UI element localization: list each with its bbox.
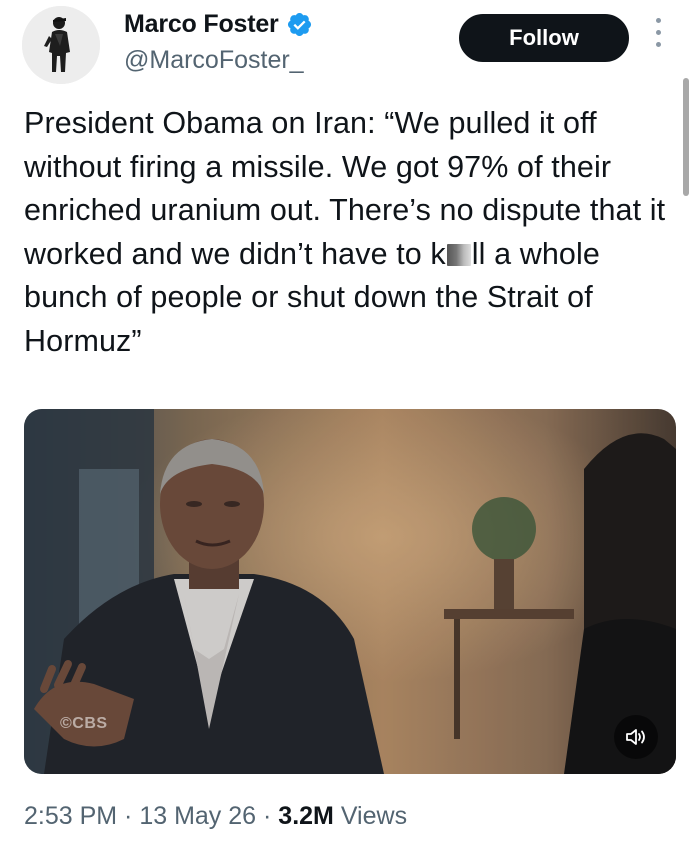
tweet-date[interactable]: 13 May 26 — [139, 802, 256, 830]
avatar-image — [22, 6, 100, 84]
cbs-watermark: ©CBS — [60, 715, 108, 732]
verified-badge-icon — [286, 11, 313, 38]
views-label: Views — [333, 802, 408, 830]
separator: · — [117, 802, 140, 830]
video-player[interactable]: ©CBS — [24, 409, 676, 774]
follow-button[interactable]: Follow — [459, 14, 629, 62]
name-row: Marco Foster — [124, 10, 313, 39]
display-name[interactable]: Marco Foster — [124, 10, 279, 39]
censor-blur — [446, 243, 471, 266]
dot — [655, 42, 661, 47]
views-count[interactable]: 3.2M — [278, 802, 334, 830]
video-frame — [24, 409, 676, 774]
scrollbar[interactable] — [683, 78, 689, 196]
tweet-time[interactable]: 2:53 PM — [24, 802, 117, 830]
more-vertical-icon[interactable] — [652, 18, 664, 58]
dot — [655, 30, 661, 35]
tweet-metadata: 2:53 PM · 13 May 26 · 3.2M Views — [24, 802, 407, 831]
separator: · — [256, 802, 279, 830]
tweet-text: President Obama on Iran: “We pulled it o… — [24, 102, 674, 363]
user-handle[interactable]: @MarcoFoster_ — [124, 46, 304, 75]
tweet-header: Marco Foster @MarcoFoster_ Follow — [0, 0, 700, 95]
dot — [655, 18, 661, 23]
speaker-volume-icon[interactable] — [614, 715, 658, 759]
avatar[interactable] — [22, 6, 100, 84]
